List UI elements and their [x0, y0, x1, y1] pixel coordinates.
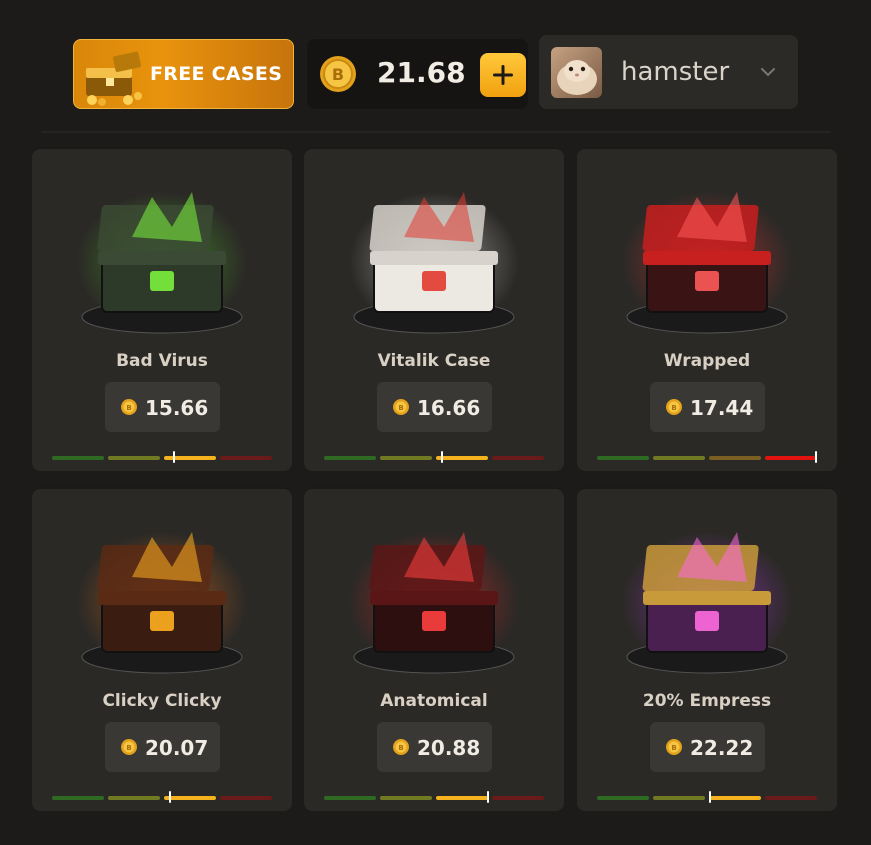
svg-text:B: B — [671, 404, 676, 412]
risk-meter-segment — [709, 456, 761, 460]
risk-meter-segment — [709, 796, 761, 800]
risk-meter-segment — [436, 456, 488, 460]
risk-meter-segment — [653, 796, 705, 800]
risk-meter-segment — [492, 796, 544, 800]
case-card[interactable]: Vitalik Case B 16.66 — [304, 147, 564, 471]
case-card[interactable]: 20% Empress B 22.22 — [577, 487, 837, 811]
risk-meter — [597, 791, 819, 803]
coin-icon: B — [666, 399, 682, 415]
free-cases-button[interactable]: FREE CASES — [73, 39, 294, 109]
coin-icon: B — [121, 399, 137, 415]
risk-meter-segment — [108, 456, 160, 460]
add-funds-button[interactable] — [480, 53, 526, 97]
plus-icon — [493, 65, 513, 85]
svg-text:B: B — [398, 404, 403, 412]
risk-meter-segment — [765, 796, 817, 800]
hamster-avatar-icon — [557, 60, 597, 95]
svg-text:B: B — [398, 744, 403, 752]
case-name: Vitalik Case — [377, 351, 491, 371]
risk-meter-marker — [486, 791, 489, 803]
risk-meter — [52, 451, 274, 463]
case-name: 20% Empress — [642, 691, 772, 711]
case-price: B 20.07 — [105, 722, 220, 772]
risk-meter-segment — [597, 456, 649, 460]
case-card[interactable]: Bad Virus B 15.66 — [32, 147, 292, 471]
user-menu[interactable]: hamster — [539, 35, 798, 109]
risk-meter-marker — [440, 451, 443, 463]
risk-meter-marker — [168, 791, 171, 803]
chevron-down-icon[interactable] — [759, 63, 777, 81]
risk-meter-segment — [164, 796, 216, 800]
svg-text:B: B — [126, 404, 131, 412]
risk-meter-segment — [436, 796, 488, 800]
risk-meter-segment — [380, 456, 432, 460]
risk-meter-segment — [52, 456, 104, 460]
risk-meter-segment — [52, 796, 104, 800]
risk-meter — [597, 451, 819, 463]
free-cases-label: FREE CASES — [150, 63, 283, 85]
case-price: B 16.66 — [377, 382, 492, 432]
risk-meter-marker — [173, 451, 175, 463]
balance-panel: B 21.68 — [307, 39, 528, 109]
case-price: B 17.44 — [650, 382, 765, 432]
coin-icon: B — [121, 739, 137, 755]
case-image — [77, 192, 247, 334]
risk-meter-segment — [220, 796, 272, 800]
case-name: Clicky Clicky — [102, 691, 222, 711]
coin-icon: B — [393, 399, 409, 415]
risk-meter — [324, 791, 546, 803]
username: hamster — [621, 57, 730, 87]
case-name: Anatomical — [380, 691, 488, 711]
risk-meter-segment — [324, 456, 376, 460]
risk-meter-segment — [220, 456, 272, 460]
case-price: B 22.22 — [650, 722, 765, 772]
case-price-value: 22.22 — [690, 736, 754, 760]
case-price-value: 20.88 — [417, 736, 481, 760]
risk-meter-segment — [164, 456, 216, 460]
case-name: Wrapped — [663, 351, 751, 371]
coin-icon: B — [666, 739, 682, 755]
risk-meter — [52, 791, 274, 803]
case-card[interactable]: Clicky Clicky B 20.07 — [32, 487, 292, 811]
svg-text:B: B — [126, 744, 131, 752]
risk-meter-segment — [597, 796, 649, 800]
coin-icon: B — [393, 739, 409, 755]
risk-meter-segment — [492, 456, 544, 460]
coin-icon: B — [320, 56, 356, 92]
svg-text:B: B — [332, 65, 344, 84]
case-image — [622, 192, 792, 334]
case-price-value: 20.07 — [145, 736, 209, 760]
case-price-value: 17.44 — [690, 396, 754, 420]
svg-text:B: B — [671, 744, 676, 752]
case-price: B 15.66 — [105, 382, 220, 432]
risk-meter-segment — [324, 796, 376, 800]
top-bar: FREE CASES B 21.68 hamster — [0, 0, 871, 125]
case-card[interactable]: Wrapped B 17.44 — [577, 147, 837, 471]
case-image — [622, 532, 792, 674]
risk-meter-marker — [709, 791, 712, 803]
gold-chest-pile-icon — [86, 51, 142, 106]
risk-meter-segment — [380, 796, 432, 800]
case-image — [77, 532, 247, 674]
risk-meter-segment — [653, 456, 705, 460]
case-image — [349, 532, 519, 674]
case-price-value: 16.66 — [417, 396, 481, 420]
case-price: B 20.88 — [377, 722, 492, 772]
balance-amount: 21.68 — [377, 56, 466, 89]
case-image — [349, 192, 519, 334]
avatar — [551, 47, 602, 98]
risk-meter-segment — [108, 796, 160, 800]
risk-meter-segment — [765, 456, 817, 460]
risk-meter-marker — [814, 451, 817, 463]
case-card[interactable]: Anatomical B 20.88 — [304, 487, 564, 811]
case-name: Bad Virus — [116, 351, 208, 371]
divider — [41, 131, 831, 133]
case-price-value: 15.66 — [145, 396, 209, 420]
risk-meter — [324, 451, 546, 463]
